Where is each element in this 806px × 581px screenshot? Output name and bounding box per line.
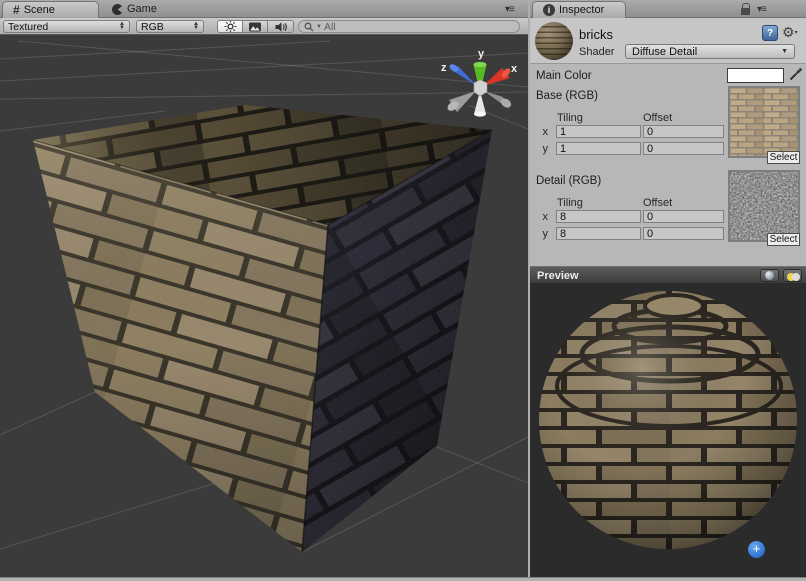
audio-toggle-button[interactable] (268, 21, 293, 32)
gizmo-x-label[interactable]: x (511, 63, 518, 75)
detail-tiling-y-field[interactable] (556, 227, 641, 240)
render-mode-value: Textured (8, 21, 119, 33)
detail-offset-header: Offset (643, 197, 672, 209)
scene-tabstrip: # Scene Game ▾≡ (0, 0, 528, 18)
light-dot2-icon (792, 273, 800, 281)
base-texture-thumb[interactable] (728, 86, 800, 158)
info-icon: i (543, 4, 555, 16)
shader-dropdown[interactable]: Diffuse Detail ▼ (625, 44, 795, 59)
detail-offset-x-field[interactable] (643, 210, 724, 223)
eyedropper-icon[interactable] (788, 67, 803, 82)
material-properties: Main Color Base (RGB) (530, 64, 806, 266)
base-select-button[interactable]: Select (767, 151, 800, 164)
popup-arrows-icon: ▲▼ (119, 23, 125, 30)
add-button[interactable]: + (748, 541, 765, 558)
game-view-icon (112, 4, 123, 15)
tab-game[interactable]: Game (112, 0, 157, 18)
popup-arrows-icon: ▲▼ (193, 23, 199, 30)
skybox-toggle-button[interactable] (243, 21, 268, 32)
unity-editor-window: # Scene Game ▾≡ Textured ▲▼ RGB ▲▼ (0, 0, 806, 581)
orientation-gizmo[interactable]: y x z (441, 48, 518, 117)
tab-scene-label: Scene (24, 4, 55, 16)
base-tiling-header: Tiling (557, 112, 583, 124)
preview-lighting-button[interactable] (783, 269, 802, 282)
detail-select-button[interactable]: Select (767, 233, 800, 246)
help-icon[interactable]: ? (762, 25, 778, 41)
scene-toolbar: Textured ▲▼ RGB ▲▼ (0, 18, 528, 35)
base-offset-x-field[interactable] (643, 125, 724, 138)
chevron-down-icon: ▼ (781, 48, 788, 55)
main-color-label: Main Color (536, 70, 592, 82)
preview-header[interactable]: Preview (530, 266, 806, 284)
base-x-label: x (538, 126, 548, 138)
sphere-icon (765, 271, 774, 280)
shader-label: Shader (579, 46, 614, 58)
main-color-swatch[interactable] (727, 68, 784, 83)
gizmo-z-label[interactable]: z (441, 62, 447, 74)
detail-texture-thumb[interactable] (728, 170, 800, 242)
scene-search-field[interactable]: ▼ (298, 20, 520, 33)
tab-inspector[interactable]: i Inspector (532, 1, 626, 18)
scene-view-toggles (217, 20, 294, 33)
color-mode-value: RGB (141, 21, 193, 33)
panel-divider[interactable] (528, 0, 530, 577)
detail-x-label: x (538, 211, 548, 223)
search-icon (304, 22, 314, 32)
material-header: bricks Shader Diffuse Detail ▼ ? ⚙▾ (530, 18, 806, 64)
base-offset-y-field[interactable] (643, 142, 724, 155)
scene-panel-menu-icon[interactable]: ▾≡ (505, 4, 514, 15)
tab-inspector-label: Inspector (559, 4, 604, 16)
search-filter-caret-icon[interactable]: ▼ (316, 24, 322, 30)
tab-game-label: Game (127, 3, 157, 15)
gizmo-y-label[interactable]: y (478, 48, 485, 60)
material-preview-thumb[interactable] (535, 22, 573, 60)
sun-icon (224, 20, 237, 33)
detail-tiling-x-field[interactable] (556, 210, 641, 223)
preview-mesh-button[interactable] (760, 269, 779, 282)
search-input[interactable] (324, 21, 494, 33)
scene-viewport[interactable]: y x z (0, 35, 528, 577)
detail-section-label: Detail (RGB) (536, 175, 601, 187)
inspector-tabstrip: i Inspector ▾≡ (530, 0, 806, 18)
base-y-label: y (538, 143, 548, 155)
bottom-strip (0, 577, 806, 581)
base-section-label: Base (RGB) (536, 90, 598, 102)
base-offset-header: Offset (643, 112, 672, 124)
color-mode-dropdown[interactable]: RGB ▲▼ (136, 20, 204, 33)
scene-3d-render: y x z (0, 35, 528, 577)
preview-title: Preview (537, 270, 579, 282)
detail-offset-y-field[interactable] (643, 227, 724, 240)
speaker-icon (274, 21, 288, 33)
scene-grid-icon: # (13, 3, 20, 17)
lock-icon[interactable] (741, 8, 750, 15)
brick-cube[interactable] (0, 75, 528, 575)
base-tiling-y-field[interactable] (556, 142, 641, 155)
inspector-panel-menu-icon[interactable]: ▾≡ (757, 4, 766, 15)
detail-tiling-header: Tiling (557, 197, 583, 209)
shader-dropdown-value: Diffuse Detail (632, 46, 697, 58)
inspector-panel: bricks Shader Diffuse Detail ▼ ? ⚙▾ Main… (530, 18, 806, 266)
image-icon (248, 21, 262, 33)
preview-viewport[interactable]: + (530, 284, 806, 577)
lighting-toggle-button[interactable] (218, 21, 243, 32)
detail-y-label: y (538, 228, 548, 240)
preview-sphere-render (530, 284, 806, 577)
base-tiling-x-field[interactable] (556, 125, 641, 138)
tab-scene[interactable]: # Scene (2, 1, 99, 18)
render-mode-dropdown[interactable]: Textured ▲▼ (3, 20, 130, 33)
material-name: bricks (579, 27, 613, 42)
gear-icon[interactable]: ⚙▾ (782, 24, 798, 41)
